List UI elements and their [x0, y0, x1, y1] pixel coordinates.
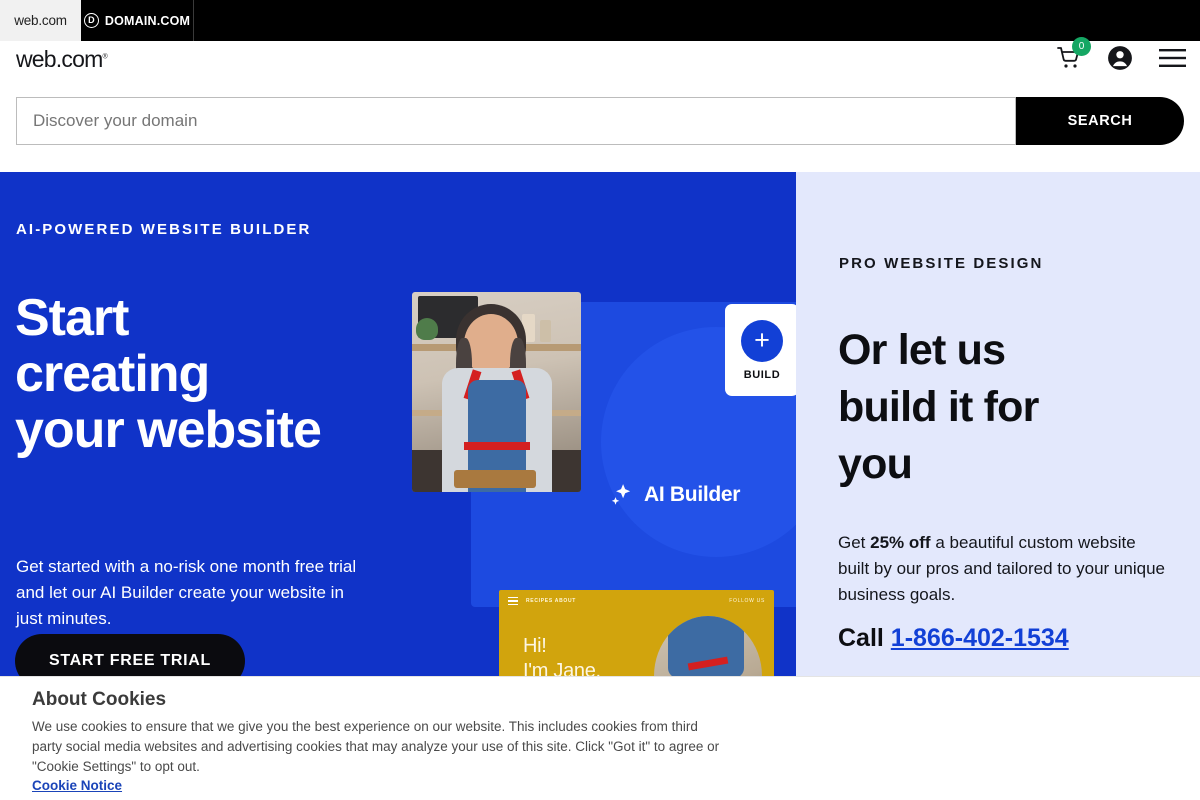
- hero-right-eyebrow: PRO WEBSITE DESIGN: [839, 255, 1044, 272]
- preview-apron: [668, 616, 744, 678]
- domain-com-logo-icon: D: [83, 13, 99, 28]
- hero-left-heading: Start creating your website: [15, 289, 322, 459]
- plus-icon: +: [741, 319, 783, 362]
- site-header: web.com® 0: [0, 37, 1200, 89]
- site-preview-nav-right: FOLLOW US: [729, 598, 765, 604]
- call-line: Call 1-866-402-1534: [838, 624, 1069, 653]
- site-preview-nav-left: RECIPES ABOUT: [526, 598, 577, 604]
- hero-left-heading-line2: creating: [15, 345, 210, 403]
- hero-right-discount: 25% off: [870, 533, 931, 552]
- brand-tab-domain-com-label: DOMAIN.COM: [104, 13, 191, 28]
- hero-right-heading-line2: build it for: [838, 383, 1039, 431]
- hamburger-menu-icon: [1159, 49, 1186, 67]
- cookie-notice-link[interactable]: Cookie Notice: [32, 778, 122, 793]
- phone-link[interactable]: 1-866-402-1534: [891, 624, 1069, 652]
- hero-right-body: Get 25% off a beautiful custom website b…: [838, 530, 1168, 608]
- site-logo-text: web.com: [16, 46, 103, 72]
- hero-left-heading-line1: Start: [15, 289, 129, 347]
- brand-tab-divider: [193, 0, 194, 41]
- brand-tab-web-com[interactable]: web.com: [0, 0, 81, 41]
- hero-right-heading: Or let us build it for you: [838, 322, 1168, 493]
- cutting-board: [454, 470, 536, 488]
- illustration-photo-woman-cooking: [412, 292, 581, 492]
- apron-tie: [464, 442, 530, 450]
- site-preview-headline-line1: Hi!: [523, 635, 547, 657]
- site-preview-menu-icon: [508, 596, 518, 606]
- hero-right-heading-line1: Or let us: [838, 326, 1006, 374]
- cookie-banner-text: We use cookies to ensure that we give yo…: [32, 719, 720, 774]
- brand-tab-web-com-label: web.com: [14, 13, 67, 28]
- call-label: Call: [838, 624, 891, 652]
- cookie-consent-banner: About Cookies We use cookies to ensure t…: [0, 676, 1200, 800]
- sparkle-icon: [611, 484, 631, 505]
- site-preview-navbar: RECIPES ABOUT FOLLOW US: [499, 590, 774, 612]
- domain-search-box[interactable]: [16, 97, 1016, 145]
- hero-left-eyebrow: AI-POWERED WEBSITE BUILDER: [16, 221, 312, 238]
- site-logo[interactable]: web.com®: [16, 46, 108, 73]
- hero-right-heading-line3: you: [838, 440, 913, 488]
- build-card[interactable]: + BUILD: [725, 304, 796, 396]
- hero-left-body: Get started with a no-risk one month fre…: [16, 557, 357, 628]
- registered-mark: ®: [102, 53, 107, 61]
- cart-button[interactable]: 0: [1057, 37, 1091, 75]
- menu-button[interactable]: [1159, 48, 1186, 73]
- cookie-banner-title: About Cookies: [32, 689, 167, 710]
- brand-tab-domain-com[interactable]: D DOMAIN.COM: [81, 0, 193, 41]
- ai-builder-label: AI Builder: [644, 483, 741, 506]
- header-icon-group: 0: [1057, 37, 1186, 76]
- hero-left-heading-line3: your website: [15, 401, 322, 459]
- build-card-label: BUILD: [743, 368, 781, 381]
- domain-search-button[interactable]: SEARCH: [1016, 97, 1184, 145]
- account-icon: [1108, 46, 1132, 70]
- ai-builder-tag: AI Builder: [609, 482, 740, 508]
- cart-count-badge: 0: [1072, 37, 1091, 56]
- brand-switcher-bar: web.com D DOMAIN.COM: [0, 0, 1200, 41]
- kitchen-plant: [416, 318, 438, 340]
- domain-search-input[interactable]: [17, 98, 1015, 144]
- account-button[interactable]: [1107, 45, 1133, 76]
- hero-right-body-prefix: Get: [838, 533, 871, 552]
- domain-search-row: SEARCH: [0, 89, 1200, 172]
- page-root: web.com D DOMAIN.COM web.com® 0 Discover…: [0, 0, 1200, 800]
- kitchen-jar-2: [540, 320, 551, 342]
